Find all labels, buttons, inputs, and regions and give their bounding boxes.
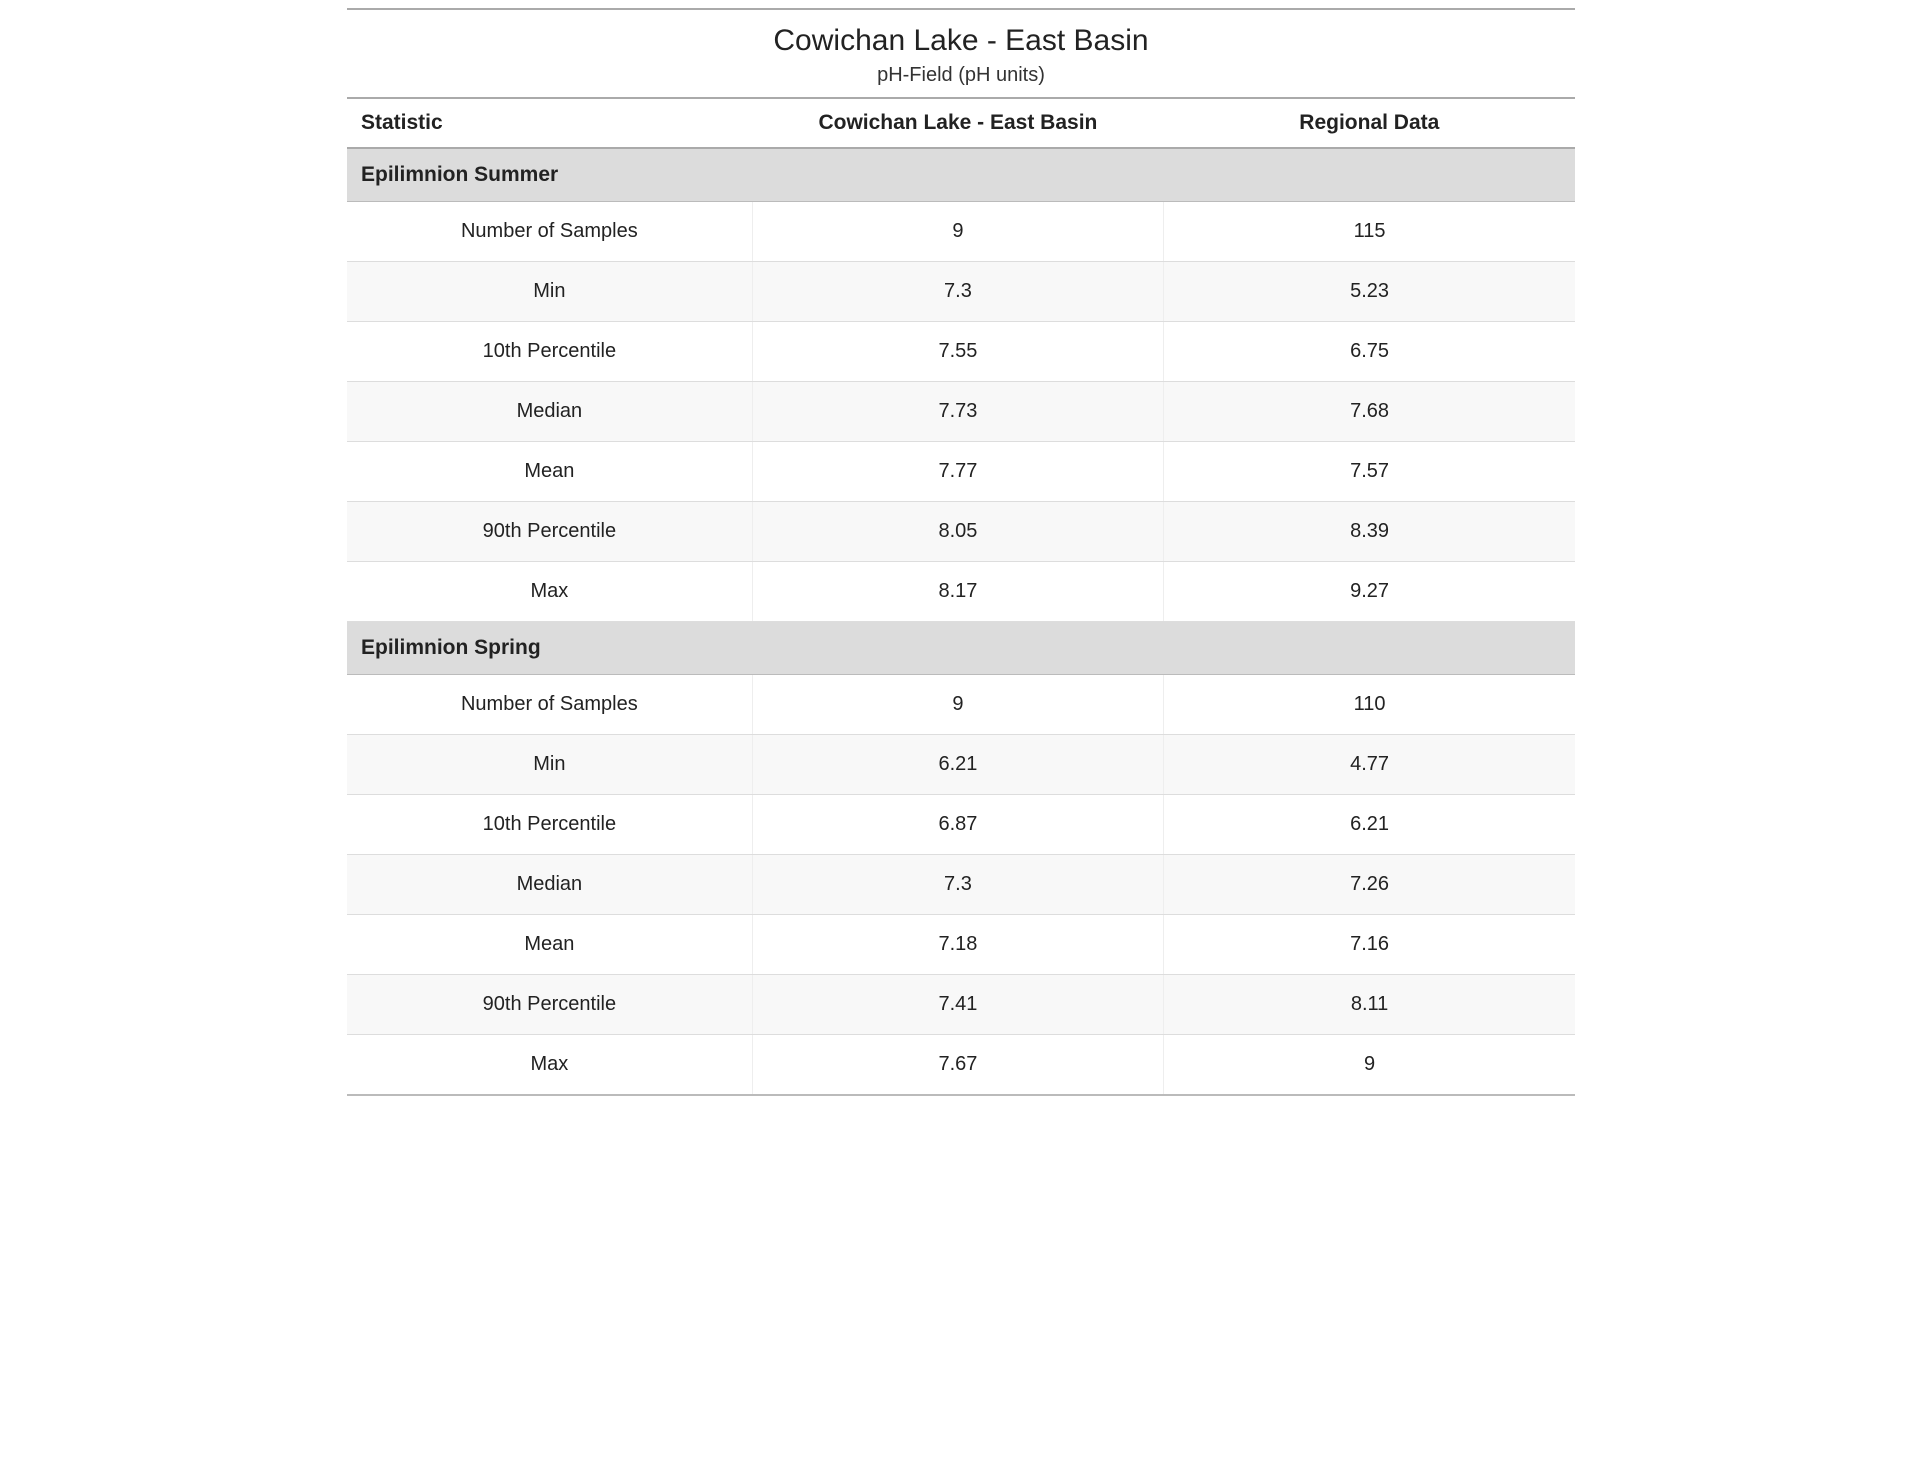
regional-value-cell: 7.26 [1164,855,1575,915]
statistic-cell: 90th Percentile [347,975,752,1035]
table-title-block: Cowichan Lake - East Basin pH-Field (pH … [347,8,1575,97]
table-row: Median7.737.68 [347,382,1575,442]
table-row: 90th Percentile7.418.11 [347,975,1575,1035]
statistic-cell: 10th Percentile [347,322,752,382]
site-value-cell: 8.05 [752,502,1163,562]
site-value-cell: 7.41 [752,975,1163,1035]
statistic-cell: Max [347,562,752,622]
regional-value-cell: 4.77 [1164,735,1575,795]
col-header-statistic: Statistic [347,98,752,148]
statistic-cell: Max [347,1035,752,1096]
site-value-cell: 7.3 [752,855,1163,915]
statistic-cell: Median [347,855,752,915]
statistic-cell: Min [347,262,752,322]
statistic-cell: Number of Samples [347,675,752,735]
statistic-cell: Min [347,735,752,795]
section-header-label: Epilimnion Spring [347,622,1575,675]
header-row: Statistic Cowichan Lake - East Basin Reg… [347,98,1575,148]
table-row: Max8.179.27 [347,562,1575,622]
site-value-cell: 7.77 [752,442,1163,502]
table-row: 10th Percentile7.556.75 [347,322,1575,382]
statistic-cell: Number of Samples [347,202,752,262]
regional-value-cell: 6.75 [1164,322,1575,382]
regional-value-cell: 7.57 [1164,442,1575,502]
table-row: 10th Percentile6.876.21 [347,795,1575,855]
statistic-cell: 90th Percentile [347,502,752,562]
table-subtitle: pH-Field (pH units) [347,64,1575,87]
table-row: Median7.37.26 [347,855,1575,915]
table-row: Mean7.777.57 [347,442,1575,502]
site-value-cell: 7.3 [752,262,1163,322]
statistic-cell: Mean [347,915,752,975]
regional-value-cell: 6.21 [1164,795,1575,855]
site-value-cell: 7.18 [752,915,1163,975]
site-value-cell: 6.87 [752,795,1163,855]
regional-value-cell: 9 [1164,1035,1575,1096]
section-header: Epilimnion Summer [347,148,1575,202]
table-row: 90th Percentile8.058.39 [347,502,1575,562]
col-header-regional: Regional Data [1164,98,1575,148]
col-header-site: Cowichan Lake - East Basin [752,98,1163,148]
table-row: Max7.679 [347,1035,1575,1096]
site-value-cell: 9 [752,675,1163,735]
table-row: Min7.35.23 [347,262,1575,322]
statistic-cell: Mean [347,442,752,502]
statistic-cell: Median [347,382,752,442]
table-title: Cowichan Lake - East Basin [347,24,1575,58]
site-value-cell: 7.67 [752,1035,1163,1096]
regional-value-cell: 110 [1164,675,1575,735]
section-header: Epilimnion Spring [347,622,1575,675]
regional-value-cell: 7.16 [1164,915,1575,975]
regional-value-cell: 115 [1164,202,1575,262]
section-header-label: Epilimnion Summer [347,148,1575,202]
table-row: Min6.214.77 [347,735,1575,795]
regional-value-cell: 7.68 [1164,382,1575,442]
site-value-cell: 7.73 [752,382,1163,442]
table-row: Number of Samples9110 [347,675,1575,735]
site-value-cell: 8.17 [752,562,1163,622]
table-row: Number of Samples9115 [347,202,1575,262]
regional-value-cell: 5.23 [1164,262,1575,322]
regional-value-cell: 9.27 [1164,562,1575,622]
regional-value-cell: 8.11 [1164,975,1575,1035]
site-value-cell: 7.55 [752,322,1163,382]
site-value-cell: 9 [752,202,1163,262]
table-row: Mean7.187.16 [347,915,1575,975]
site-value-cell: 6.21 [752,735,1163,795]
statistic-cell: 10th Percentile [347,795,752,855]
statistics-table: Statistic Cowichan Lake - East Basin Reg… [347,97,1575,1096]
regional-value-cell: 8.39 [1164,502,1575,562]
